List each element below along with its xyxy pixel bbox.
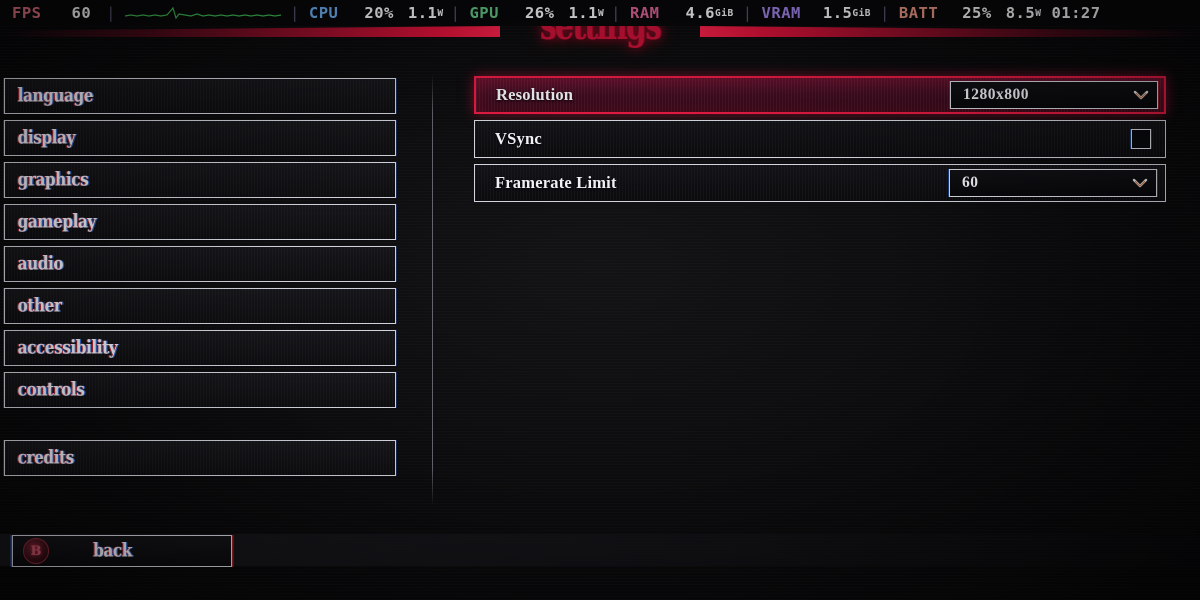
hud-separator-6: | bbox=[880, 4, 890, 22]
hud-batt-power: 8.5 bbox=[1005, 4, 1036, 22]
setting-row-framerate-limit[interactable]: Framerate Limit 60 bbox=[474, 164, 1166, 202]
hud-cpu-power-unit: W bbox=[437, 7, 444, 19]
sidebar-item-label: language bbox=[17, 84, 94, 108]
framerate-limit-dropdown-value: 60 bbox=[962, 174, 979, 191]
hud-gpu-usage: 26% bbox=[524, 4, 555, 22]
sidebar-item-credits[interactable]: credits bbox=[4, 440, 396, 476]
resolution-dropdown-value: 1280x800 bbox=[963, 86, 1029, 103]
sparkline-graph-icon bbox=[124, 6, 282, 20]
framerate-limit-dropdown[interactable]: 60 bbox=[949, 169, 1157, 197]
hud-separator-1: | bbox=[106, 4, 117, 22]
setting-label-vsync: VSync bbox=[495, 129, 542, 148]
sidebar-item-label: controls bbox=[17, 378, 85, 402]
sidebar-item-label: graphics bbox=[17, 168, 89, 192]
hud-cpu-label: CPU bbox=[308, 4, 339, 22]
hud-ram-value: 4.6 bbox=[685, 4, 716, 22]
hud-gpu-label: GPU bbox=[469, 4, 499, 22]
hud-batt-percent: 25% bbox=[962, 4, 992, 22]
hud-ram-unit: GiB bbox=[715, 7, 734, 19]
vsync-checkbox[interactable] bbox=[1131, 129, 1151, 149]
hud-ram-label: RAM bbox=[630, 4, 660, 22]
settings-options-panel: Resolution 1280x800 VSync Framerate Limi… bbox=[474, 76, 1166, 208]
sidebar-item-label: accessibility bbox=[17, 336, 118, 360]
hud-gpu-power-unit: W bbox=[597, 7, 605, 19]
controller-b-button-icon: B bbox=[23, 538, 49, 564]
hud-gpu-power: 1.1 bbox=[568, 4, 598, 22]
settings-category-list: language display graphics gameplay audio… bbox=[0, 78, 400, 482]
back-button[interactable]: B back bbox=[12, 535, 232, 567]
back-button-label: back bbox=[93, 539, 132, 563]
hud-fps-label: FPS bbox=[12, 4, 42, 22]
setting-label-resolution: Resolution bbox=[496, 85, 574, 104]
hud-separator-2: | bbox=[290, 4, 300, 22]
hud-vram-value: 1.5 bbox=[822, 4, 853, 22]
sidebar-item-other[interactable]: other bbox=[4, 288, 396, 324]
hud-separator-4: | bbox=[611, 4, 622, 22]
resolution-dropdown[interactable]: 1280x800 bbox=[950, 81, 1158, 109]
sidebar-item-label: gameplay bbox=[17, 210, 97, 234]
sidebar-item-label: audio bbox=[17, 252, 64, 276]
sidebar-item-graphics[interactable]: graphics bbox=[4, 162, 396, 198]
sidebar-item-label: other bbox=[17, 294, 62, 318]
setting-row-resolution[interactable]: Resolution 1280x800 bbox=[474, 76, 1166, 114]
hud-vram-unit: GiB bbox=[852, 7, 872, 19]
hud-fps-value: 60 bbox=[71, 4, 92, 22]
panel-divider bbox=[432, 74, 433, 506]
sidebar-item-language[interactable]: language bbox=[4, 78, 396, 114]
sidebar-item-accessibility[interactable]: accessibility bbox=[4, 330, 396, 366]
sidebar-item-audio[interactable]: audio bbox=[4, 246, 396, 282]
chevron-down-icon bbox=[1132, 178, 1148, 188]
sidebar-item-label: display bbox=[17, 126, 76, 150]
hud-cpu-usage: 20% bbox=[364, 4, 394, 22]
hud-batt-time: 01:27 bbox=[1051, 4, 1101, 22]
setting-row-vsync[interactable]: VSync bbox=[474, 120, 1166, 158]
performance-hud-bar: FPS 60 | | CPU 20% 1.1 W | GPU 26% 1.1 W |… bbox=[0, 0, 1200, 26]
setting-label-framerate-limit: Framerate Limit bbox=[495, 173, 617, 192]
hud-cpu-power: 1.1 bbox=[407, 4, 438, 22]
settings-screen: FPS 60 | | CPU 20% 1.1 W | GPU 26% 1.1 W |… bbox=[0, 0, 1200, 600]
hud-batt-label: BATT bbox=[898, 4, 939, 22]
sidebar-item-controls[interactable]: controls bbox=[4, 372, 396, 408]
hud-vram-label: VRAM bbox=[761, 4, 801, 22]
chevron-down-icon bbox=[1133, 90, 1149, 100]
sidebar-item-gameplay[interactable]: gameplay bbox=[4, 204, 396, 240]
hud-separator-5: | bbox=[742, 4, 753, 22]
sidebar-item-label: credits bbox=[17, 446, 75, 470]
hud-batt-power-unit: W bbox=[1035, 7, 1042, 19]
sidebar-item-display[interactable]: display bbox=[4, 120, 396, 156]
hud-separator-3: | bbox=[450, 4, 461, 22]
